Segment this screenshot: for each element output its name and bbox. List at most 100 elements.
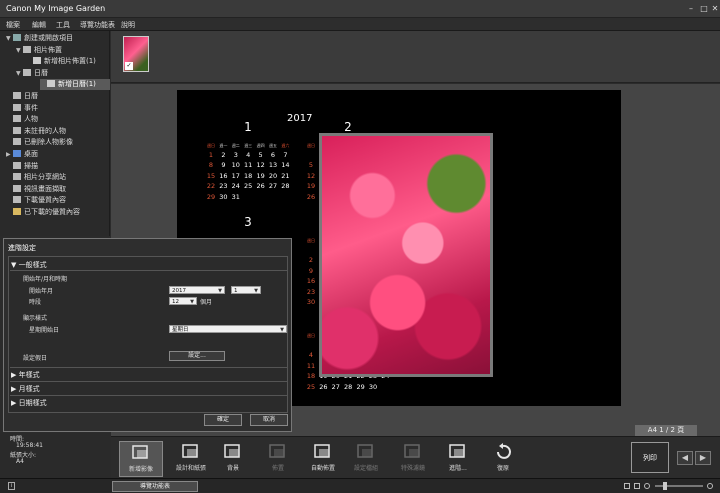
dropdown-arrow-icon: ▼ <box>218 288 222 294</box>
tree-item[interactable]: 人物 <box>6 114 38 125</box>
toolbar-button[interactable]: 進階... <box>436 441 480 477</box>
next-page-button[interactable]: ▶ <box>695 451 711 465</box>
tree-item[interactable]: ▶ 桌面 <box>6 149 38 160</box>
menu-file[interactable]: 檔案 <box>6 20 20 30</box>
section-general[interactable]: ▼ 一般樣式 <box>11 260 47 270</box>
calendar-day: 17 <box>231 171 240 180</box>
folder-icon <box>13 161 21 169</box>
toolbar-button[interactable]: 佈置 <box>256 441 300 477</box>
calendar-day: 2 <box>221 151 226 159</box>
toolbar-button[interactable]: 新增影像 <box>119 441 163 477</box>
tree-item[interactable]: ▼ 日曆 <box>16 68 48 79</box>
section-year[interactable]: ▶ 年樣式 <box>11 370 40 380</box>
calendar-day: 11 <box>244 161 253 170</box>
divider <box>10 270 287 271</box>
tree-item[interactable]: 視訊畫面擷取 <box>6 184 66 195</box>
calendar-day: 6 <box>270 151 276 159</box>
tree-item[interactable]: 新增日曆(1) <box>40 79 110 91</box>
tree-item[interactable]: 已下載的優質內容 <box>6 207 80 218</box>
toolbar-button-label: 新增影像 <box>128 466 153 473</box>
print-button[interactable]: 列印 <box>631 442 669 473</box>
menu-help[interactable]: 說明 <box>121 20 135 30</box>
folder-icon <box>13 126 21 134</box>
tree-item[interactable]: 已刪除人物影像 <box>6 137 73 148</box>
toolbar-button[interactable]: 設計和紙張 <box>169 441 213 477</box>
tree-item[interactable]: ▼ 創建或開啟項目 <box>6 33 73 44</box>
calendar-day: 14 <box>281 161 290 170</box>
ok-button[interactable]: 確定 <box>204 414 242 426</box>
weekday-label: 週日 <box>207 143 215 148</box>
toolbar-button-label: 設定檔組 <box>353 465 378 472</box>
tree-item-label: 創建或開啟項目 <box>24 34 73 42</box>
view-grid-icon[interactable] <box>624 483 630 489</box>
start-month-value: 1 <box>234 288 238 294</box>
close-icon[interactable]: ✕ <box>709 3 720 14</box>
tree-item[interactable]: 下載優質內容 <box>6 195 66 206</box>
info-paper-value: A4 <box>16 458 24 465</box>
tree-item[interactable]: 日曆 <box>6 91 38 102</box>
calendar-day: 24 <box>231 182 240 191</box>
view-list-icon[interactable] <box>634 483 640 489</box>
cancel-button[interactable]: 取消 <box>250 414 288 426</box>
period-value: 12 <box>172 299 179 305</box>
navigation-menu-tab[interactable]: 導覽功能表 <box>112 481 198 492</box>
thumbnail-image[interactable]: ✓ <box>123 36 149 72</box>
minimize-icon[interactable]: – <box>685 3 697 14</box>
start-month-select[interactable]: 1 ▼ <box>231 286 261 294</box>
toolbar-button[interactable]: 復原 <box>481 441 525 477</box>
expand-arrow-icon[interactable]: ▶ <box>6 151 13 158</box>
holiday-settings-button[interactable]: 設定... <box>169 351 225 361</box>
tree-item-label: 人物 <box>24 115 38 124</box>
zoom-in-icon[interactable] <box>707 483 713 489</box>
tree-item-label: 下載優質內容 <box>24 196 66 205</box>
menu-navigation[interactable]: 導覽功能表 <box>80 20 115 30</box>
toolbar-button-label: 背景 <box>226 465 239 472</box>
section-month[interactable]: ▶ 月樣式 <box>11 384 40 394</box>
folder-icon <box>13 138 21 146</box>
toolbar-button[interactable]: 特殊濾鏡 <box>391 441 435 477</box>
folder-icon <box>23 45 31 53</box>
section-date[interactable]: ▶ 日期樣式 <box>11 398 47 408</box>
calendar-day: 26 <box>306 192 316 201</box>
checkmark-icon[interactable]: ✓ <box>125 62 133 70</box>
calendar-day: 3 <box>233 151 238 159</box>
calendar-day: 29 <box>206 192 216 201</box>
weekday-label: 週四 <box>256 143 265 148</box>
menu-tools[interactable]: 工具 <box>56 20 70 30</box>
calendar-day: 30 <box>219 192 228 201</box>
period-select[interactable]: 12 ▼ <box>169 297 197 305</box>
tree-item[interactable]: 未註冊的人物 <box>6 126 66 137</box>
section-month-label: 月樣式 <box>18 385 40 393</box>
tree-item[interactable]: 掃描 <box>6 161 38 172</box>
design-paper-icon <box>181 443 201 461</box>
tree-item-label: 已刪除人物影像 <box>24 138 73 147</box>
calendar-photo[interactable] <box>322 136 490 374</box>
background-icon <box>223 443 243 461</box>
expand-arrow-icon[interactable]: ▼ <box>6 35 13 42</box>
calendar-day: 23 <box>219 182 228 191</box>
calendar-day: 16 <box>219 171 228 180</box>
calendar-day: 10 <box>231 161 240 170</box>
calendar-day: 28 <box>281 182 290 191</box>
expand-arrow-icon[interactable]: ▼ <box>16 70 23 77</box>
menu-edit[interactable]: 編輯 <box>32 20 46 30</box>
zoom-slider-knob[interactable] <box>663 482 667 490</box>
folder-icon <box>13 92 21 99</box>
weekday-label: 週一 <box>219 143 228 148</box>
calendar-day: 30 <box>368 382 378 391</box>
zoom-out-icon[interactable] <box>644 483 650 489</box>
start-year-select[interactable]: 2017 ▼ <box>169 286 225 294</box>
prev-page-button[interactable]: ◀ <box>677 451 693 465</box>
week-start-select[interactable]: 星期日 ▼ <box>169 325 287 333</box>
tree-item[interactable]: ▼ 相片佈置 <box>16 45 62 56</box>
toolbar-button[interactable]: 設定檔組 <box>344 441 388 477</box>
toolbar-button[interactable]: 背景 <box>211 441 255 477</box>
expand-arrow-icon[interactable]: ▼ <box>16 47 23 54</box>
info-icon[interactable]: i <box>8 482 15 490</box>
tree-item[interactable]: 事件 <box>6 103 38 114</box>
calendar-day: 28 <box>344 382 353 391</box>
tree-item[interactable]: 新增相片佈置(1) <box>26 56 96 67</box>
calendar-day: 31 <box>231 192 240 201</box>
tree-item[interactable]: 相片分享網站 <box>6 172 66 183</box>
toolbar-button[interactable]: 自動佈置 <box>301 441 345 477</box>
